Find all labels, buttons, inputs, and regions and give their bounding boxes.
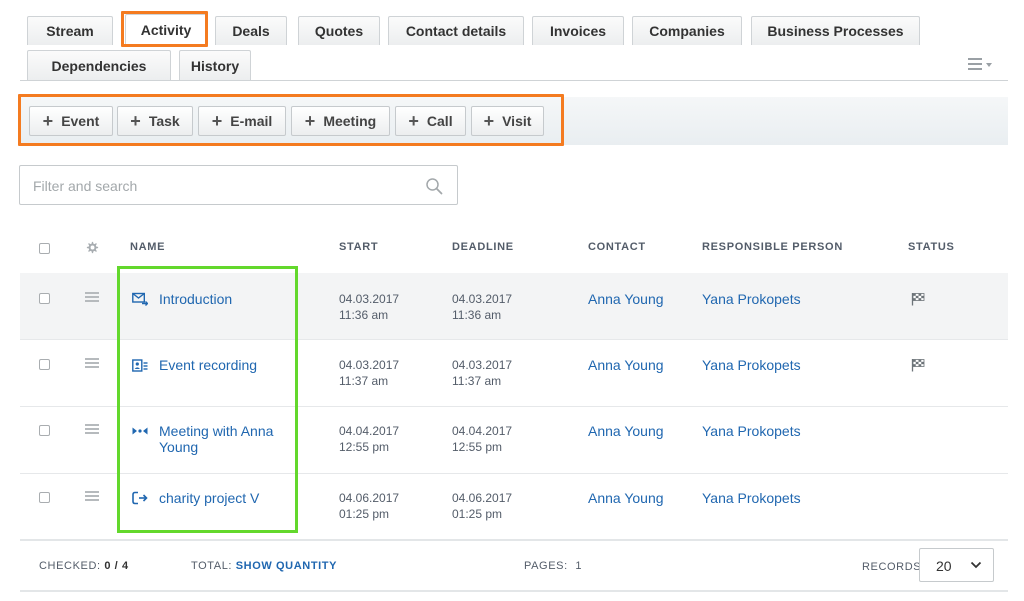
add-email-button[interactable]: + E-mail xyxy=(198,106,286,136)
list-menu-icon[interactable] xyxy=(968,56,994,72)
row-menu-icon[interactable] xyxy=(85,358,99,368)
deadline-date: 04.06.2017 xyxy=(452,491,513,505)
deadline-time: 12:55 pm xyxy=(452,440,503,454)
contact-link[interactable]: Anna Young xyxy=(588,490,664,506)
activity-name-link[interactable]: Introduction xyxy=(159,291,232,307)
add-event-button[interactable]: + Event xyxy=(29,106,113,136)
start-time: 11:36 am xyxy=(339,308,389,322)
plus-icon: + xyxy=(408,111,419,131)
show-quantity-link[interactable]: SHOW QUANTITY xyxy=(236,560,337,572)
responsible-person-link[interactable]: Yana Prokopets xyxy=(702,490,801,506)
tab-contact-details[interactable]: Contact details xyxy=(388,16,524,45)
event-card-icon xyxy=(132,359,148,372)
contact-link[interactable]: Anna Young xyxy=(588,291,664,307)
activity-name-link[interactable]: Meeting with Anna xyxy=(159,423,273,439)
responsible-person-link[interactable]: Yana Prokopets xyxy=(702,291,801,307)
activity-name-link-continued[interactable]: Young xyxy=(159,439,198,455)
start-date: 04.06.2017 xyxy=(339,491,400,505)
responsible-person-link[interactable]: Yana Prokopets xyxy=(702,423,801,439)
start-time: 01:25 pm xyxy=(339,507,390,521)
page-number[interactable]: 1 xyxy=(575,560,582,572)
activity-name-link[interactable]: Event recording xyxy=(159,357,257,373)
plus-icon: + xyxy=(42,111,54,131)
column-header-start[interactable]: START xyxy=(339,241,378,253)
column-header-status[interactable]: STATUS xyxy=(908,241,955,253)
records-per-page-value: 20 xyxy=(936,558,952,574)
pages-info: PAGES: 1 xyxy=(524,560,583,572)
start-time: 11:37 am xyxy=(339,374,389,388)
column-header-deadline[interactable]: DEADLINE xyxy=(452,241,514,253)
add-task-button[interactable]: + Task xyxy=(117,106,193,136)
checked-count: CHECKED: 0 / 4 xyxy=(39,560,129,572)
row-checkbox[interactable] xyxy=(39,359,50,370)
filter-search-box[interactable] xyxy=(19,165,458,205)
add-visit-button[interactable]: + Visit xyxy=(471,106,544,136)
table-row[interactable] xyxy=(20,474,1008,540)
filter-search-input[interactable] xyxy=(31,175,415,197)
footer-divider xyxy=(20,539,1008,541)
tab-bar-divider xyxy=(20,80,1008,81)
row-checkbox[interactable] xyxy=(39,492,50,503)
row-checkbox[interactable] xyxy=(39,293,50,304)
plus-icon: + xyxy=(130,111,141,131)
row-checkbox[interactable] xyxy=(39,425,50,436)
add-meeting-button[interactable]: + Meeting xyxy=(291,106,390,136)
tab-stream[interactable]: Stream xyxy=(27,16,113,45)
tab-business-processes[interactable]: Business Processes xyxy=(751,16,920,45)
activity-toolbar: + Event + Task + E-mail + Meeting + Call + Vis… xyxy=(20,97,1008,145)
total-count: TOTAL: SHOW QUANTITY xyxy=(191,560,338,572)
deadline-time: 01:25 pm xyxy=(452,507,503,521)
responsible-person-link[interactable]: Yana Prokopets xyxy=(702,357,801,373)
deadline-date: 04.04.2017 xyxy=(452,424,513,438)
tab-quotes[interactable]: Quotes xyxy=(298,16,380,45)
deadline-date: 04.03.2017 xyxy=(452,292,513,306)
chevron-down-icon xyxy=(970,561,982,569)
deadline-date: 04.03.2017 xyxy=(452,358,513,372)
start-date: 04.03.2017 xyxy=(339,358,400,372)
meeting-icon xyxy=(132,427,148,435)
footer-bottom-divider xyxy=(20,590,1008,592)
column-header-responsible[interactable]: RESPONSIBLE PERSON xyxy=(702,241,843,253)
tab-activity[interactable]: Activity xyxy=(125,14,207,45)
contact-link[interactable]: Anna Young xyxy=(588,423,664,439)
records-per-page-select[interactable]: 20 xyxy=(919,548,994,582)
deadline-time: 11:36 am xyxy=(452,308,502,322)
checkered-flag-icon xyxy=(911,293,925,306)
tab-dependencies[interactable]: Dependencies xyxy=(27,50,171,80)
select-all-checkbox[interactable] xyxy=(39,243,50,254)
row-menu-icon[interactable] xyxy=(85,491,99,501)
checkered-flag-icon xyxy=(911,359,925,372)
tab-deals[interactable]: Deals xyxy=(215,16,287,45)
row-menu-icon[interactable] xyxy=(85,292,99,302)
add-call-button[interactable]: + Call xyxy=(395,106,466,136)
tab-history[interactable]: History xyxy=(179,50,251,80)
call-icon xyxy=(132,491,148,505)
column-header-name[interactable]: NAME xyxy=(130,241,165,253)
records-label: RECORDS: xyxy=(862,561,925,573)
tab-invoices[interactable]: Invoices xyxy=(532,16,624,45)
contact-link[interactable]: Anna Young xyxy=(588,357,664,373)
plus-icon: + xyxy=(211,111,223,131)
plus-icon: + xyxy=(483,111,495,131)
email-icon xyxy=(132,292,148,306)
column-header-contact[interactable]: CONTACT xyxy=(588,241,646,253)
deadline-time: 11:37 am xyxy=(452,374,502,388)
tab-companies[interactable]: Companies xyxy=(632,16,742,45)
plus-icon: + xyxy=(304,111,316,131)
row-menu-icon[interactable] xyxy=(85,424,99,434)
start-date: 04.03.2017 xyxy=(339,292,400,306)
activity-name-link[interactable]: charity project V xyxy=(159,490,259,506)
table-row[interactable] xyxy=(20,340,1008,406)
start-time: 12:55 pm xyxy=(339,440,390,454)
start-date: 04.04.2017 xyxy=(339,424,400,438)
search-icon[interactable] xyxy=(425,177,443,195)
gear-icon[interactable] xyxy=(86,241,99,254)
